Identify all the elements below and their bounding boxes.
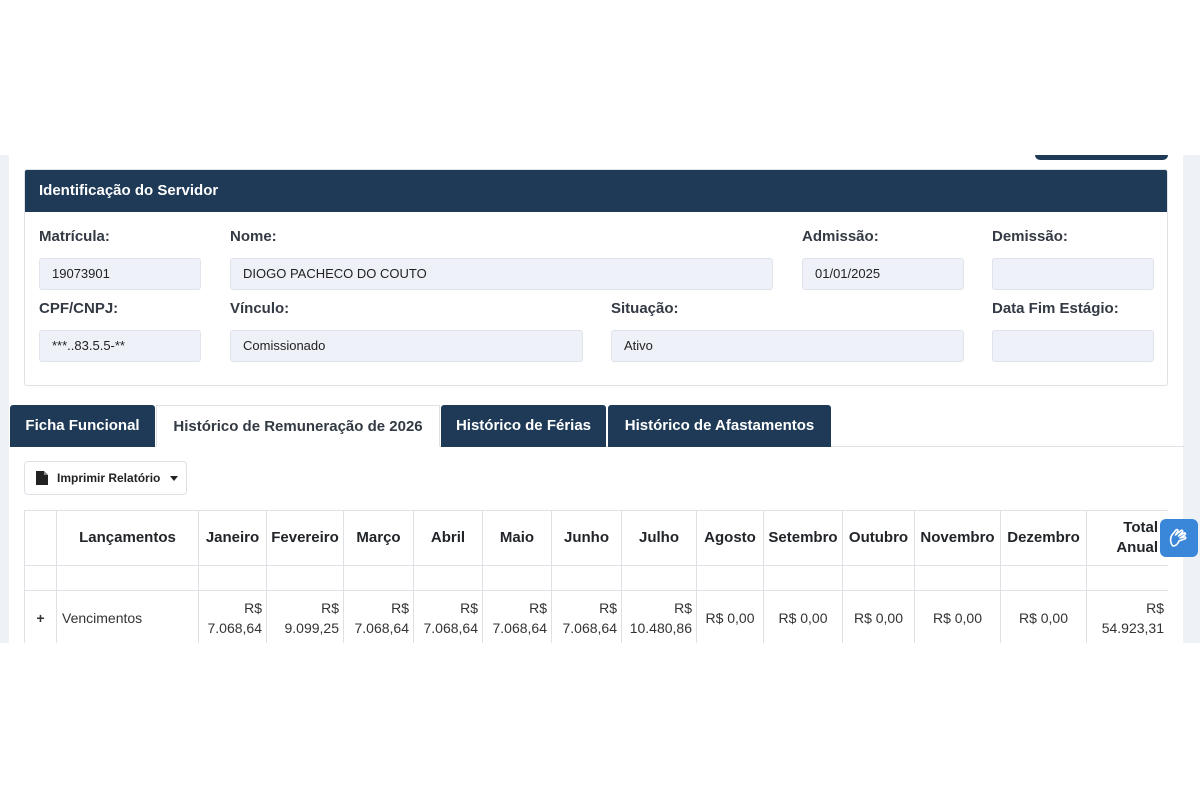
table-cell: R$ 7.068,64 <box>413 590 483 643</box>
table-cell: R$ 0,00 <box>842 590 915 643</box>
tab-historico-ferias[interactable]: Histórico de Férias <box>441 405 606 447</box>
cpf-label: CPF/CNPJ: <box>39 300 119 317</box>
table-spacer-row <box>24 565 1168 591</box>
data-fim-estagio-input[interactable] <box>992 330 1154 362</box>
field-data-fim-estagio: Data Fim Estágio: <box>992 298 1154 362</box>
right-edge <box>1183 155 1200 643</box>
header-cell: Junho <box>551 510 622 566</box>
tab-bar: Ficha Funcional Histórico de Remuneração… <box>10 405 1184 447</box>
vinculo-label: Vínculo: <box>230 300 290 317</box>
field-admissao: Admissão: 01/01/2025 <box>802 226 964 290</box>
table-cell: R$ 7.068,64 <box>551 590 622 643</box>
table-cell: R$ 0,00 <box>914 590 1001 643</box>
left-edge <box>0 155 9 643</box>
table-cell: R$ 0,00 <box>763 590 843 643</box>
caret-down-icon <box>170 475 179 481</box>
field-cpf: CPF/CNPJ: ***..83.5.5-** <box>39 298 201 362</box>
situacao-label: Situação: <box>611 300 679 317</box>
table-cell: R$ 0,00 <box>696 590 764 643</box>
header-cell: Novembro <box>914 510 1001 566</box>
table-cell: R$ 54.923,31 <box>1086 590 1168 643</box>
print-report-label: Imprimir Relatório <box>57 471 161 485</box>
header-cell: Julho <box>621 510 697 566</box>
header-cell: Março <box>343 510 414 566</box>
table-cell: R$ 7.068,64 <box>343 590 414 643</box>
field-vinculo: Vínculo: Comissionado <box>230 298 583 362</box>
admissao-label: Admissão: <box>802 228 879 245</box>
header-expand <box>24 510 57 566</box>
field-situacao: Situação: Ativo <box>611 298 964 362</box>
data-fim-estagio-label: Data Fim Estágio: <box>992 300 1119 317</box>
field-demissao: Demissão: <box>992 226 1154 290</box>
matricula-label: Matrícula: <box>39 228 110 245</box>
nome-label: Nome: <box>230 228 277 245</box>
table-cell: R$ 9.099,25 <box>266 590 344 643</box>
table-cell: R$ 0,00 <box>1000 590 1087 643</box>
top-button-partial[interactable] <box>1035 155 1168 160</box>
header-cell: Janeiro <box>198 510 267 566</box>
header-cell: Outubro <box>842 510 915 566</box>
header-cell: Setembro <box>763 510 843 566</box>
remuneration-table: Lançamentos Janeiro Fevereiro Março Abri… <box>24 510 1168 643</box>
table-header-row: Lançamentos Janeiro Fevereiro Março Abri… <box>24 510 1168 566</box>
expand-row-button[interactable]: + <box>24 590 57 643</box>
tab-ficha-funcional[interactable]: Ficha Funcional <box>10 405 155 447</box>
nome-input[interactable]: DIOGO PACHECO DO COUTO <box>230 258 773 290</box>
header-cell: Maio <box>482 510 552 566</box>
print-report-button[interactable]: Imprimir Relatório <box>24 461 187 495</box>
sign-language-hands-icon <box>1169 528 1187 547</box>
page-viewport: Identificação do Servidor Matrícula: 190… <box>0 155 1200 643</box>
demissao-input[interactable] <box>992 258 1154 290</box>
tab-historico-remuneracao[interactable]: Histórico de Remuneração de 2026 <box>156 405 440 447</box>
field-matricula: Matrícula: 19073901 <box>39 226 201 290</box>
header-cell: Abril <box>413 510 483 566</box>
admissao-input[interactable]: 01/01/2025 <box>802 258 964 290</box>
header-cell: Lançamentos <box>56 510 199 566</box>
table-row: + Vencimentos R$ 7.068,64 R$ 9.099,25 R$… <box>24 590 1168 643</box>
row-label: Vencimentos <box>56 590 199 643</box>
situacao-input[interactable]: Ativo <box>611 330 964 362</box>
header-cell: Fevereiro <box>266 510 344 566</box>
tab-historico-afastamentos[interactable]: Histórico de Afastamentos <box>608 405 831 447</box>
header-cell: Total Anual <box>1086 510 1168 566</box>
vinculo-input[interactable]: Comissionado <box>230 330 583 362</box>
accessibility-button[interactable] <box>1160 519 1198 557</box>
table-cell: R$ 10.480,86 <box>621 590 697 643</box>
matricula-input[interactable]: 19073901 <box>39 258 201 290</box>
tab-historico-remuneracao-label: Histórico de Remuneração de 2026 <box>173 418 423 435</box>
document-icon <box>36 471 48 485</box>
server-identification-card: Identificação do Servidor Matrícula: 190… <box>24 169 1168 386</box>
remuneration-table-container: Lançamentos Janeiro Fevereiro Março Abri… <box>24 510 1168 643</box>
table-cell: R$ 7.068,64 <box>482 590 552 643</box>
header-cell: Dezembro <box>1000 510 1087 566</box>
cpf-input[interactable]: ***..83.5.5-** <box>39 330 201 362</box>
header-cell: Agosto <box>696 510 764 566</box>
table-cell: R$ 7.068,64 <box>198 590 267 643</box>
field-nome: Nome: DIOGO PACHECO DO COUTO <box>230 226 773 290</box>
card-title: Identificação do Servidor <box>25 170 1167 212</box>
demissao-label: Demissão: <box>992 228 1068 245</box>
